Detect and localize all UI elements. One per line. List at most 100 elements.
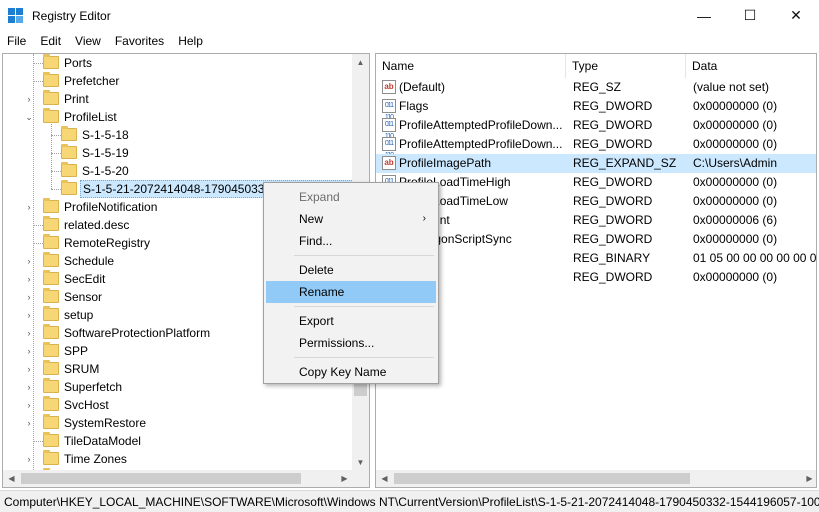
- menu-file[interactable]: File: [0, 31, 33, 51]
- tree-item-label: Sensor: [64, 290, 103, 304]
- tree-item-label: Ports: [64, 56, 93, 70]
- tree-item[interactable]: › Print: [3, 90, 353, 108]
- collapse-chevron-icon[interactable]: ⌄: [23, 108, 35, 126]
- expand-chevron-icon[interactable]: ›: [23, 252, 35, 270]
- expand-chevron-icon[interactable]: ›: [23, 90, 35, 108]
- value-type: REG_DWORD: [573, 118, 653, 132]
- value-row[interactable]: 011 110SidREG_BINARY01 05 00 00 00 00 00…: [376, 249, 816, 273]
- value-type: REG_SZ: [573, 80, 622, 94]
- value-row[interactable]: 011 110ProfileAttemptedProfileDown... REG…: [376, 135, 816, 159]
- value-data: 0x00000000 (0): [693, 175, 778, 189]
- tree-item[interactable]: TileDataModel: [3, 432, 353, 450]
- close-button[interactable]: ✕: [773, 0, 819, 31]
- expand-chevron-icon[interactable]: ›: [23, 414, 35, 432]
- maximize-button[interactable]: ☐: [727, 0, 773, 31]
- tree-horizontal-scrollbar[interactable]: ◀ ▶: [3, 470, 353, 487]
- value-row[interactable]: 011 110ProfileAttemptedProfileDown... REG…: [376, 116, 816, 140]
- value-name: ProfileAttemptedProfileDown...: [399, 137, 563, 151]
- scroll-right-icon[interactable]: ▶: [801, 470, 816, 487]
- context-menu-expand: Expand: [299, 190, 340, 204]
- context-menu-rename[interactable]: Rename: [266, 281, 436, 303]
- expand-chevron-icon[interactable]: ›: [23, 306, 35, 324]
- value-type: REG_DWORD: [573, 270, 653, 284]
- tree-item[interactable]: S-1-5-20: [3, 162, 353, 180]
- binary-value-icon: 011 110: [382, 137, 396, 159]
- expand-chevron-icon[interactable]: ›: [23, 270, 35, 288]
- tree-item[interactable]: › Time Zones: [3, 450, 353, 468]
- value-row[interactable]: ab (Default) REG_SZ (value not set): [376, 78, 816, 97]
- menu-favorites[interactable]: Favorites: [108, 31, 171, 51]
- tree-guide-line: [51, 153, 61, 154]
- tree-item[interactable]: S-1-5-18: [3, 126, 353, 144]
- value-row[interactable]: 011 110RunLogonScriptSyncREG_DWORD0x0000…: [376, 230, 816, 254]
- context-menu-find[interactable]: Find...: [266, 230, 436, 252]
- value-type: REG_DWORD: [573, 137, 653, 151]
- expand-chevron-icon[interactable]: ›: [23, 360, 35, 378]
- column-header-type[interactable]: Type: [566, 54, 686, 78]
- values-list-pane[interactable]: Name Type Data ab (Default) REG_SZ (value n…: [375, 53, 817, 488]
- column-header-data[interactable]: Data: [686, 54, 816, 78]
- value-type: REG_DWORD: [573, 232, 653, 246]
- context-menu-export[interactable]: Export: [266, 310, 436, 332]
- tree-item-label: RemoteRegistry: [64, 236, 151, 250]
- minimize-button[interactable]: —: [681, 0, 727, 31]
- list-hscroll-thumb[interactable]: [394, 473, 690, 484]
- tree-hscroll-thumb[interactable]: [21, 473, 301, 484]
- expand-chevron-icon[interactable]: ›: [23, 396, 35, 414]
- binary-value-icon: 011 110: [382, 99, 396, 121]
- value-type: REG_DWORD: [573, 175, 653, 189]
- tree-item-label: Superfetch: [64, 380, 123, 394]
- column-header-name[interactable]: Name: [376, 54, 566, 78]
- scroll-left-icon[interactable]: ◀: [376, 470, 393, 487]
- expand-chevron-icon[interactable]: ›: [23, 378, 35, 396]
- folder-icon: [43, 342, 59, 357]
- tree-item-label: S-1-5-18: [82, 128, 129, 142]
- status-bar-path: Computer\HKEY_LOCAL_MACHINE\SOFTWARE\Mic…: [0, 490, 819, 512]
- tree-item[interactable]: ⌄ ProfileList: [3, 108, 353, 126]
- folder-icon: [43, 108, 59, 123]
- tree-item-label: S-1-5-20: [82, 164, 129, 178]
- tree-item-label: SvcHost: [64, 398, 109, 412]
- scroll-left-icon[interactable]: ◀: [3, 470, 20, 487]
- context-menu-delete[interactable]: Delete: [266, 259, 436, 281]
- context-menu: Expand New › Find... Delete Rename Export Permi…: [263, 182, 439, 384]
- value-row[interactable]: 011 110RefCountREG_DWORD0x00000006 (6): [376, 211, 816, 235]
- expand-chevron-icon[interactable]: ›: [23, 342, 35, 360]
- value-data: 0x00000000 (0): [693, 232, 778, 246]
- value-row[interactable]: ab ProfileImagePath REG_EXPAND_SZ C:\Users\…: [376, 154, 816, 173]
- folder-icon: [61, 144, 77, 159]
- expand-chevron-icon[interactable]: ›: [23, 450, 35, 468]
- value-row[interactable]: 011 110StateREG_DWORD0x00000000 (0): [376, 268, 816, 292]
- scroll-right-icon[interactable]: ▶: [336, 470, 353, 487]
- value-row[interactable]: 011 110ProfileLoadTimeHighREG_DWORD0x000…: [376, 173, 816, 197]
- tree-item[interactable]: Ports: [3, 54, 353, 72]
- tree-item-label: SoftwareProtectionPlatform: [64, 326, 211, 340]
- menu-edit[interactable]: Edit: [33, 31, 68, 51]
- scroll-down-icon[interactable]: ▼: [352, 454, 369, 471]
- tree-item[interactable]: › SystemRestore: [3, 414, 353, 432]
- expand-chevron-icon[interactable]: ›: [23, 324, 35, 342]
- menu-view[interactable]: View: [68, 31, 108, 51]
- tree-item-label: S-1-5-19: [82, 146, 129, 160]
- expand-chevron-icon[interactable]: ›: [23, 198, 35, 216]
- list-horizontal-scrollbar[interactable]: ◀ ▶: [376, 470, 816, 487]
- value-row[interactable]: 011 110Flags REG_DWORD 0x00000000 (0): [376, 97, 816, 121]
- menu-help[interactable]: Help: [171, 31, 210, 51]
- expand-chevron-icon[interactable]: ›: [23, 288, 35, 306]
- scroll-up-icon[interactable]: ▲: [352, 54, 369, 71]
- tree-guide-line: [33, 225, 43, 226]
- value-data: (value not set): [693, 80, 770, 94]
- tree-item-label: related.desc: [64, 218, 130, 232]
- value-data: 0x00000000 (0): [693, 137, 778, 151]
- folder-icon: [43, 54, 59, 69]
- tree-item[interactable]: › SvcHost: [3, 396, 353, 414]
- tree-item[interactable]: S-1-5-19: [3, 144, 353, 162]
- tree-item-label: ProfileList: [64, 110, 117, 124]
- context-menu-permissions[interactable]: Permissions...: [266, 332, 436, 354]
- value-row[interactable]: 011 110ProfileLoadTimeLowREG_DWORD0x0000…: [376, 192, 816, 216]
- tree-item[interactable]: Prefetcher: [3, 72, 353, 90]
- window-controls: — ☐ ✕: [681, 0, 819, 31]
- context-menu-new[interactable]: New ›: [266, 208, 436, 230]
- folder-icon: [43, 432, 59, 447]
- context-menu-copy-key-name[interactable]: Copy Key Name: [266, 361, 436, 383]
